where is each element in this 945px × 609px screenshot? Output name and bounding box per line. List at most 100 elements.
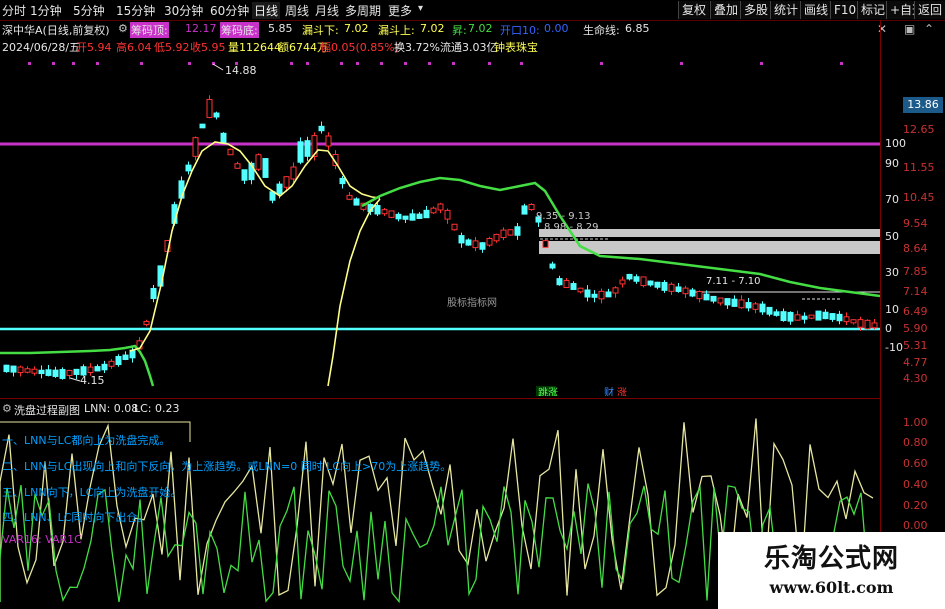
back-button[interactable]: 返回 bbox=[914, 1, 945, 19]
candle bbox=[766, 306, 773, 315]
period-weekly[interactable]: 周线 bbox=[285, 2, 309, 19]
open-value: 0.00 bbox=[544, 22, 569, 35]
candle bbox=[115, 356, 122, 366]
period-5min[interactable]: 5分钟 bbox=[73, 2, 105, 19]
candle bbox=[864, 319, 871, 330]
period-15min[interactable]: 15分钟 bbox=[116, 2, 155, 19]
candle bbox=[465, 239, 472, 246]
candle bbox=[563, 280, 570, 288]
sub-tick: 0.40 bbox=[903, 478, 928, 491]
high-price-label: 14.88 bbox=[225, 64, 257, 77]
period-toolbar: 分时 1分钟 5分钟 15分钟 30分钟 60分钟 日线 周线 月线 多周期 更… bbox=[0, 0, 945, 21]
candle bbox=[290, 166, 297, 180]
period-60min[interactable]: 60分钟 bbox=[210, 2, 249, 19]
candle bbox=[122, 354, 129, 360]
candle bbox=[241, 169, 248, 181]
candle bbox=[472, 240, 479, 249]
candle bbox=[213, 112, 220, 118]
sub-tick: 0.20 bbox=[903, 499, 928, 512]
candle bbox=[542, 240, 549, 248]
candle bbox=[507, 229, 514, 236]
candle bbox=[773, 311, 780, 316]
candle bbox=[745, 302, 752, 309]
candle bbox=[416, 213, 423, 219]
signal-dot bbox=[600, 62, 603, 65]
overlay-button[interactable]: 叠加 bbox=[710, 1, 742, 19]
candle bbox=[52, 369, 59, 377]
price-tick: 11.55 bbox=[903, 161, 935, 174]
price-axis: 13.86 12.65 11.55 10.45 9.54 8.64 7.85 7… bbox=[880, 20, 945, 609]
period-monthly[interactable]: 月线 bbox=[315, 2, 339, 19]
multi-stock-button[interactable]: 多股 bbox=[740, 1, 772, 19]
candle bbox=[829, 313, 836, 320]
candle bbox=[318, 125, 325, 132]
candle bbox=[780, 311, 787, 322]
explanation-1: 一、LNN与LC都向上为洗盘完成。 bbox=[2, 434, 171, 447]
price-tick: 12.65 bbox=[903, 123, 935, 136]
candle bbox=[101, 363, 108, 371]
candle bbox=[283, 176, 290, 188]
signal-dot bbox=[188, 62, 191, 65]
signal-dot bbox=[52, 62, 55, 65]
signal-dot bbox=[356, 62, 359, 65]
f10-button[interactable]: F10 bbox=[830, 1, 860, 19]
statistics-button[interactable]: 统计 bbox=[770, 1, 802, 19]
finance-marker: 财 bbox=[604, 386, 614, 396]
price-tick: 7.85 bbox=[903, 265, 928, 278]
subchart-gear-icon[interactable]: ⚙ bbox=[2, 402, 12, 415]
draw-line-button[interactable]: 画线 bbox=[800, 1, 832, 19]
price-tick: 6.49 bbox=[903, 305, 928, 318]
signal-dot bbox=[680, 62, 683, 65]
lc-value: LC: 0.23 bbox=[134, 402, 180, 415]
candle bbox=[710, 295, 717, 302]
price-tick: 9.54 bbox=[903, 217, 928, 230]
candle bbox=[528, 203, 535, 211]
main-price-chart[interactable]: 14.88 4.15 9.35 - 9.13 8.98 - 8.29 7.11 … bbox=[0, 56, 880, 396]
life-line-value: 6.85 bbox=[625, 22, 650, 35]
candle bbox=[570, 283, 577, 290]
candlestick-series bbox=[3, 95, 878, 380]
candle bbox=[626, 273, 633, 280]
period-multi[interactable]: 多周期 bbox=[345, 2, 381, 19]
mark-button[interactable]: 标记 bbox=[857, 1, 889, 19]
restore-rights-button[interactable]: 复权 bbox=[678, 1, 710, 19]
candle bbox=[584, 289, 591, 298]
candle bbox=[304, 140, 311, 157]
open-label: 开口10: bbox=[500, 24, 540, 37]
settings-gear-icon[interactable]: ⚙ bbox=[118, 22, 128, 35]
candle bbox=[633, 276, 640, 282]
candle bbox=[591, 293, 598, 298]
sub-tick: 0.60 bbox=[903, 457, 928, 470]
candle bbox=[31, 368, 38, 374]
period-30min[interactable]: 30分钟 bbox=[164, 2, 203, 19]
indicator-info-line: 深中华A(日线,前复权) ⚙ 筹码顶: 12.17 筹码底: 5.85 漏斗下:… bbox=[0, 22, 945, 38]
osc-tick: -10 bbox=[885, 341, 903, 354]
candle bbox=[612, 287, 619, 294]
candle bbox=[430, 207, 437, 214]
candle bbox=[500, 229, 507, 239]
leak-up-label: 漏斗上: bbox=[378, 24, 415, 37]
candle bbox=[808, 314, 815, 319]
candle bbox=[353, 198, 360, 206]
signal-dot bbox=[96, 62, 99, 65]
signal-dot bbox=[380, 62, 383, 65]
candle bbox=[668, 283, 675, 292]
quote-close: 收5.95 bbox=[190, 41, 226, 54]
quote-date: 2024/06/28/五 bbox=[2, 41, 81, 54]
candle bbox=[836, 313, 843, 322]
high-pointer bbox=[212, 63, 224, 71]
period-daily[interactable]: 日线 bbox=[252, 2, 281, 19]
candle bbox=[493, 233, 500, 242]
candle bbox=[647, 280, 654, 286]
period-1min[interactable]: 1分钟 bbox=[30, 2, 62, 19]
period-more[interactable]: 更多 bbox=[388, 2, 412, 19]
candle bbox=[87, 366, 94, 374]
candle bbox=[192, 137, 199, 157]
period-intraday[interactable]: 分时 bbox=[2, 2, 26, 19]
chevron-down-icon[interactable]: ▾ bbox=[418, 3, 423, 14]
candle bbox=[234, 163, 241, 169]
signal-dot bbox=[28, 62, 31, 65]
osc-tick: 90 bbox=[885, 157, 899, 170]
candle bbox=[276, 183, 283, 195]
quote-info-line: 2024/06/28/五 开5.94 高6.04 低5.92 收5.95 量11… bbox=[0, 39, 945, 55]
